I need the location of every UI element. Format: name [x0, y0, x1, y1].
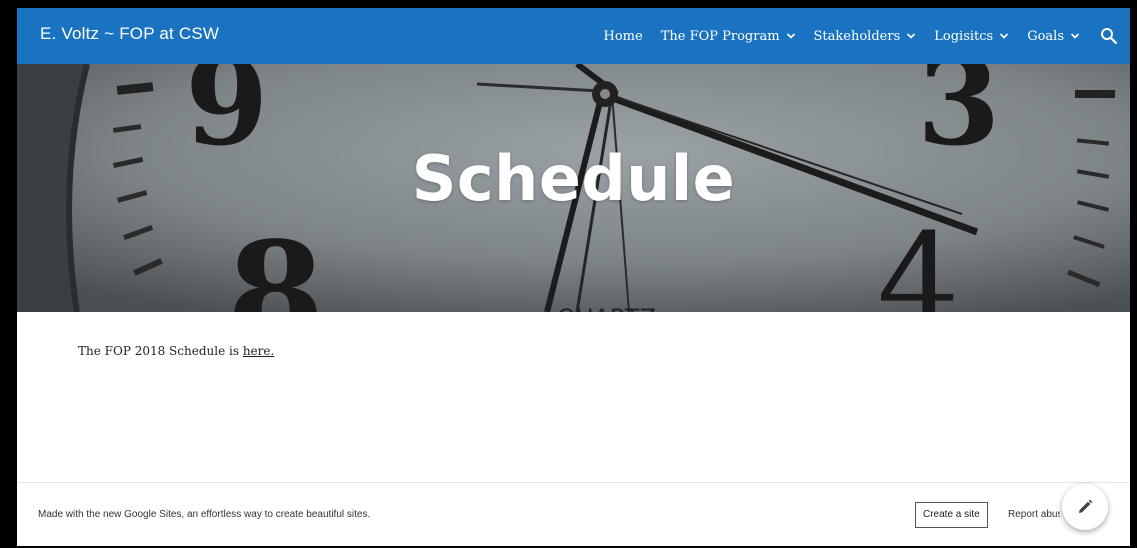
site-title[interactable]: E. Voltz ~ FOP at CSW — [40, 24, 219, 44]
chevron-down-icon — [1070, 33, 1080, 39]
pencil-icon — [1079, 499, 1093, 513]
nav-item-logistics[interactable]: Logisitcs — [934, 29, 1009, 44]
top-navigation-bar: E. Voltz ~ FOP at CSW Home The FOP Progr… — [17, 8, 1130, 64]
nav-item-label: Logisitcs — [934, 28, 994, 44]
chevron-down-icon — [907, 33, 916, 39]
nav-item-goals[interactable]: Goals — [1027, 29, 1080, 44]
nav-item-label: Home — [603, 28, 643, 44]
search-icon[interactable] — [1100, 27, 1118, 45]
nav-item-label: The FOP Program — [660, 28, 780, 44]
nav-item-label: Goals — [1027, 28, 1064, 44]
create-site-button[interactable]: Create a site — [915, 502, 988, 528]
page-frame: E. Voltz ~ FOP at CSW Home The FOP Progr… — [17, 8, 1130, 546]
svg-text:8: 8 — [227, 212, 324, 312]
nav-item-label: Stakeholders — [813, 28, 901, 44]
schedule-link[interactable]: here. — [243, 344, 274, 358]
main-content: The FOP 2018 Schedule is here. — [78, 344, 274, 358]
nav-item-home[interactable]: Home — [604, 29, 643, 44]
svg-text:QUARTZ: QUARTZ — [557, 304, 656, 312]
chevron-down-icon — [1000, 33, 1009, 39]
nav-item-fop-program[interactable]: The FOP Program — [661, 29, 796, 44]
report-abuse-link[interactable]: Report abuse — [1008, 509, 1060, 520]
nav-item-stakeholders[interactable]: Stakeholders — [814, 29, 917, 44]
edit-button[interactable] — [1062, 484, 1108, 530]
footer-divider — [17, 482, 1130, 483]
page-title: Schedule — [411, 142, 736, 215]
chevron-down-icon — [786, 33, 795, 39]
schedule-text: The FOP 2018 Schedule is — [78, 344, 243, 358]
footer-made-with-text: Made with the new Google Sites, an effor… — [38, 509, 371, 520]
hero-banner: 9 8 3 4 QUARTZ Schedule — [17, 64, 1130, 312]
main-nav: Home The FOP Program Stakeholders Logisi… — [604, 8, 1130, 64]
